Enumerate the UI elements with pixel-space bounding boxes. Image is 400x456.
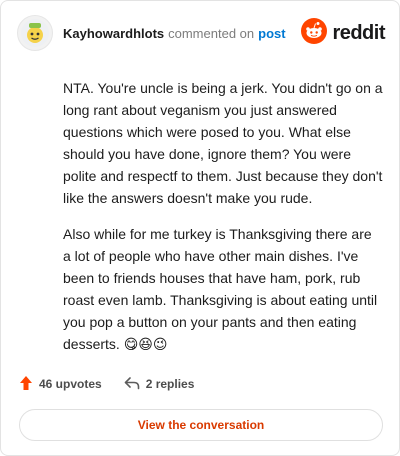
upvote-count: 46 upvotes xyxy=(39,377,102,391)
upvote-button[interactable]: 46 upvotes xyxy=(19,375,102,394)
replies-button[interactable]: 2 replies xyxy=(124,376,195,393)
view-conversation-button[interactable]: View the conversation xyxy=(19,409,383,441)
avatar-icon[interactable] xyxy=(17,15,53,51)
byline: Kayhowardhlots commented on post xyxy=(63,26,286,41)
comment-paragraph-2: Also while for me turkey is Thanksgiving… xyxy=(63,226,378,352)
reddit-wordmark: reddit xyxy=(332,21,385,44)
comment-body: NTA. You're uncle is being a jerk. You d… xyxy=(63,77,383,369)
post-link[interactable]: post xyxy=(258,26,285,41)
username[interactable]: Kayhowardhlots xyxy=(63,26,164,41)
reddit-logo-icon xyxy=(301,17,328,49)
reddit-brand[interactable]: reddit xyxy=(301,17,385,49)
comment-footer: 46 upvotes 2 replies xyxy=(19,373,383,395)
reply-icon xyxy=(124,376,140,393)
replies-count: 2 replies xyxy=(145,377,195,391)
comment-paragraph-1: NTA. You're uncle is being a jerk. You d… xyxy=(63,80,383,206)
upvote-icon xyxy=(19,375,33,394)
comment-header: Kayhowardhlots commented on post reddit xyxy=(17,15,385,51)
byline-verb: commented on xyxy=(168,25,255,41)
comment-card: Kayhowardhlots commented on post reddit xyxy=(0,0,400,456)
